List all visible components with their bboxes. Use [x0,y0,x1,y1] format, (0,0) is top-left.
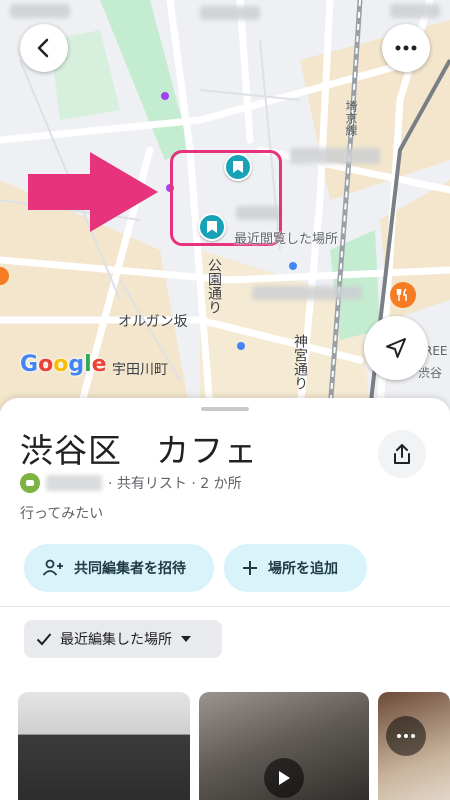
navigation-arrow-icon [386,338,406,358]
plus-icon [243,561,257,575]
back-arrow-icon [37,38,49,58]
check-icon [36,633,52,646]
recently-viewed-label: 最近閲覧した場所 [234,232,339,247]
invite-collaborators-button[interactable]: 共同編集者を招待 [24,544,214,592]
list-description: 行ってみたい [20,506,104,522]
drag-handle[interactable] [201,407,249,411]
list-meta-text: · 共有リスト · 2 か所 [108,476,242,492]
my-location-button[interactable] [364,316,428,380]
invite-label: 共同編集者を招待 [74,561,186,577]
pointer-arrow-icon [28,152,158,232]
app-root: オルガン坂 宇田川町 公園通り 神宮通り 埼京線 渋谷 REE 最近閲覧した場所… [0,0,450,800]
share-button[interactable] [378,430,426,478]
saved-place-pin[interactable] [224,153,252,181]
bookmark-icon [207,221,217,233]
map-view[interactable]: オルガン坂 宇田川町 公園通り 神宮通り 埼京線 渋谷 REE 最近閲覧した場所… [0,0,450,410]
sort-dropdown[interactable]: 最近編集した場所 [24,620,222,658]
chat-bubble-icon [26,480,34,486]
dropdown-triangle-icon [181,636,191,642]
place-photo[interactable] [18,692,190,800]
play-icon [279,771,290,785]
list-meta-row: · 共有リスト · 2 か所 [20,473,242,493]
map-label-jingu-dori: 神宮通り [292,334,308,390]
divider [0,606,450,607]
bookmark-icon [233,161,243,173]
avatar [20,473,40,493]
add-place-button[interactable]: 場所を追加 [224,544,367,592]
google-logo: Google [20,352,107,377]
list-title: 渋谷区 カフェ [20,431,258,470]
restaurant-poi-icon[interactable] [390,282,416,308]
list-bottom-sheet[interactable]: 渋谷区 カフェ · 共有リスト · 2 か所 行ってみたい 共同編集者を招待 場… [0,398,450,800]
map-label-udagawacho: 宇田川町 [112,362,168,378]
share-icon [394,444,410,464]
back-button[interactable] [20,24,68,72]
photo-more-button[interactable] [386,716,426,756]
add-place-label: 場所を追加 [268,561,338,577]
video-play-button[interactable] [264,758,304,798]
more-dots-icon [397,734,415,738]
sort-label: 最近編集した場所 [60,632,172,648]
map-label-koen-dori: 公園通り [206,258,222,314]
more-dots-icon [395,45,417,51]
more-options-button[interactable] [382,24,430,72]
map-label-organ-zaka: オルガン坂 [118,314,188,330]
add-person-icon [42,559,63,576]
map-label-saikyo-line: 埼京線 [344,100,358,136]
saved-place-pin[interactable] [198,213,226,241]
owner-name-redacted [46,475,102,491]
